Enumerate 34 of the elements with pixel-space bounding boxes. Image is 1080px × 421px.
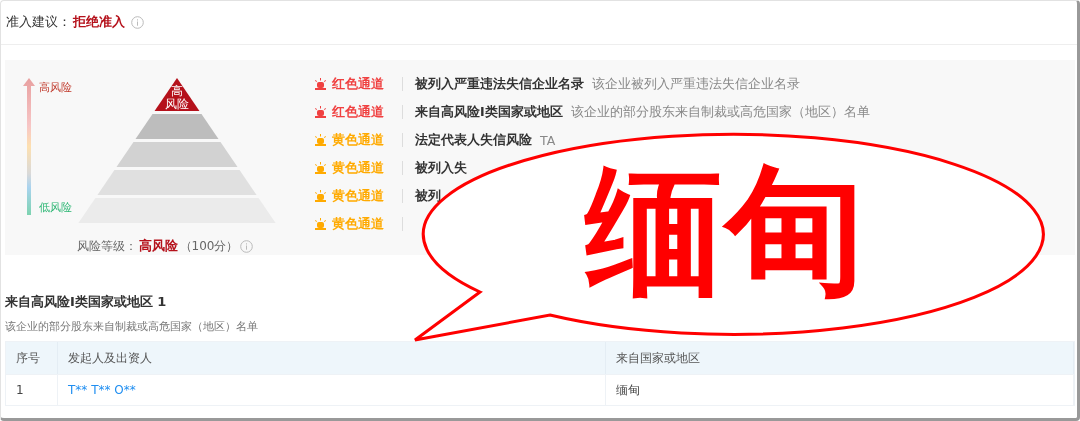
channel-label: 黄色通道 [332, 131, 385, 149]
section-title: 来自高风险I类国家或地区 1 [5, 293, 168, 311]
channel-label: 黄色通道 [332, 159, 385, 177]
risk-level-label: 风险等级： [76, 237, 137, 255]
tier-label: 高 [171, 84, 183, 98]
table-cell: 缅甸 [606, 374, 1074, 405]
callout-text: 缅甸 [583, 158, 866, 303]
risk-item-title: 来自高风险I类国家或地区 [415, 103, 563, 121]
section-subtitle: 该企业的部分股东来自制裁或高危国家（地区）名单 [5, 319, 259, 334]
info-icon[interactable] [131, 15, 144, 29]
risk-item-description: 该企业被列入严重违法失信企业名录 [592, 75, 800, 93]
channel-label: 红色通道 [332, 75, 385, 93]
shareholder-link[interactable]: T** T** O** [68, 383, 136, 397]
tier-label: 风险 [165, 97, 189, 111]
info-icon[interactable] [240, 239, 254, 253]
risk-item-description: TA [540, 132, 556, 148]
channel-label: 黄色通道 [332, 187, 385, 205]
risk-score: （100分） [179, 237, 239, 255]
risk-item-title: 法定代表人失信风险 [415, 131, 532, 149]
column-header: 发起人及出资人 [58, 342, 606, 374]
admission-label: 准入建议： [6, 13, 71, 31]
risk-item-description: 该企业的部分股东来自制裁或高危国家（地区）名单 [570, 103, 870, 121]
risk-item-title: 被列入失 [415, 159, 467, 177]
risk-item-title: 被列 [415, 187, 441, 205]
admission-value: 拒绝准入 [73, 13, 125, 31]
low-risk-label: 低风险 [39, 200, 72, 215]
table-cell: 1 [6, 374, 58, 405]
channel-label: 黄色通道 [332, 215, 385, 233]
risk-level-value: 高风险 [138, 237, 178, 255]
column-header: 序号 [6, 342, 58, 374]
risk-item-title: 被列入严重违法失信企业名录 [415, 75, 584, 93]
column-header: 来自国家或地区 [606, 342, 1074, 374]
channel-label: 红色通道 [332, 103, 385, 121]
high-risk-label: 高风险 [39, 80, 72, 95]
